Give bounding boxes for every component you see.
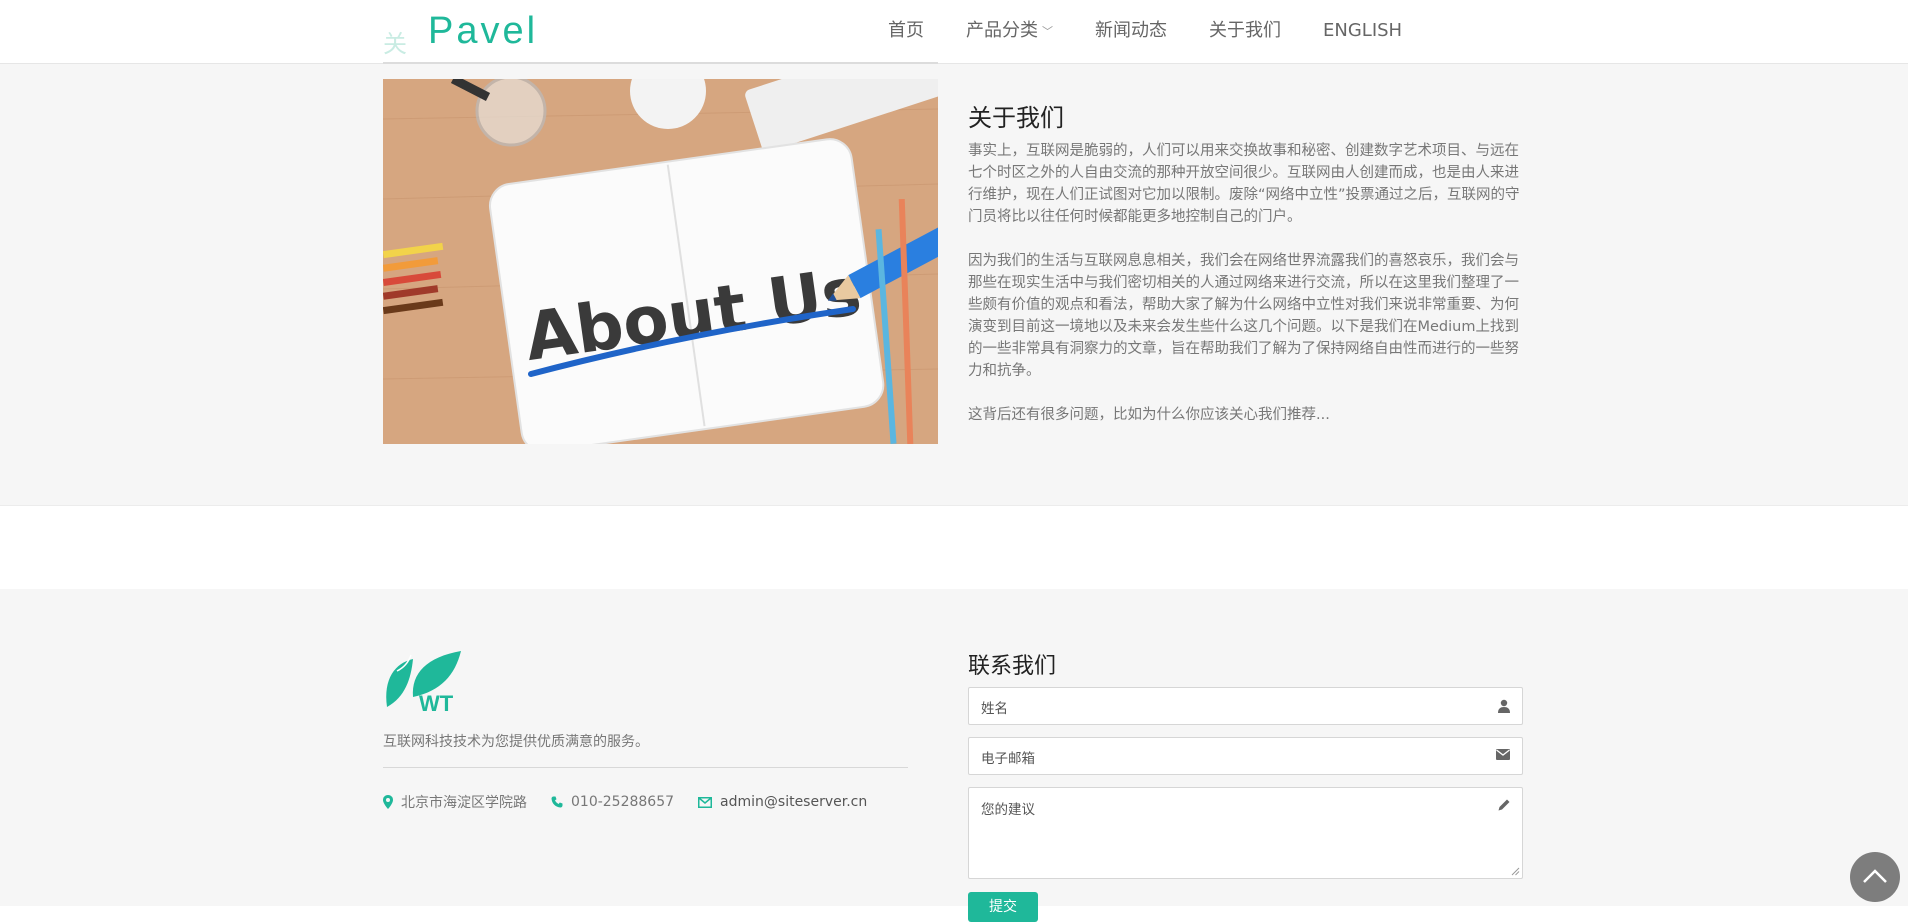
email-item[interactable]: admin@siteserver.cn [698, 794, 867, 810]
name-input[interactable]: 姓名 [968, 687, 1523, 725]
about-us-image: About Us [383, 79, 938, 444]
email-input[interactable]: 电子邮箱 [968, 737, 1523, 775]
nav-home[interactable]: 首页 [888, 18, 924, 46]
site-footer: WT 互联网科技技术为您提供优质满意的服务。 北京市海淀区学院路 010-252… [0, 589, 1908, 922]
contact-form-title: 联系我们 [968, 654, 1057, 679]
about-body: 事实上，互联网是脆弱的，人们可以用来交换故事和秘密、创建数字艺术项目、与远在七个… [968, 140, 1524, 448]
footer-tagline: 互联网科技技术为您提供优质满意的服务。 [383, 734, 649, 750]
site-logo[interactable]: Pavel [428, 10, 538, 53]
submit-button[interactable]: 提交 [968, 892, 1038, 922]
email-text[interactable]: admin@siteserver.cn [720, 794, 867, 810]
footer-logo-text: WT [419, 691, 454, 713]
user-icon [1498, 699, 1510, 713]
back-to-top-button[interactable] [1850, 852, 1900, 902]
map-marker-icon [383, 795, 393, 809]
phone-text: 010-25288657 [571, 794, 675, 810]
message-placeholder: 您的建议 [981, 802, 1035, 818]
about-paragraph: 因为我们的生活与互联网息息相关，我们会在网络世界流露我们的喜怒哀乐，我们会与那些… [968, 253, 1519, 379]
phone-icon [551, 796, 563, 808]
about-section: About Us 关于我们 事实上，互联网是脆弱的，人们可以用来交换故事和秘密、… [0, 64, 1908, 506]
resize-handle[interactable] [1511, 867, 1520, 876]
message-textarea[interactable]: 您的建议 [968, 787, 1523, 879]
about-paragraph-more[interactable]: 这背后还有很多问题，比如为什么你应该关心我们推荐... [968, 404, 1524, 426]
nav-news[interactable]: 新闻动态 [1095, 18, 1167, 46]
envelope-icon [698, 796, 713, 808]
nav-products[interactable]: 产品分类 ﹀ [966, 18, 1053, 46]
address-item: 北京市海淀区学院路 [383, 792, 527, 812]
main-nav: 首页 产品分类 ﹀ 新闻动态 关于我们 ENGLISH [888, 18, 1444, 46]
chevron-down-icon: ﹀ [1042, 25, 1053, 38]
about-paragraph: 事实上，互联网是脆弱的，人们可以用来交换故事和秘密、创建数字艺术项目、与远在七个… [968, 143, 1520, 225]
envelope-icon [1496, 749, 1510, 760]
ghost-divider [383, 62, 938, 64]
chevron-up-icon [1863, 869, 1887, 883]
footer-divider [383, 767, 908, 768]
footer-logo: WT [383, 649, 465, 716]
about-title: 关于我们 [968, 104, 1064, 132]
contact-info: 北京市海淀区学院路 010-25288657 admin@siteserver.… [383, 792, 891, 812]
nav-english[interactable]: ENGLISH [1323, 18, 1402, 46]
name-placeholder: 姓名 [981, 701, 1008, 717]
email-placeholder: 电子邮箱 [981, 751, 1035, 767]
site-header: 关 Pavel 首页 产品分类 ﹀ 新闻动态 关于我们 ENGLISH [0, 0, 1908, 64]
address-text: 北京市海淀区学院路 [401, 795, 527, 811]
phone-item: 010-25288657 [551, 794, 674, 810]
ghost-heading-text: 关 [383, 30, 407, 58]
nav-about[interactable]: 关于我们 [1209, 18, 1281, 46]
pencil-icon [1498, 799, 1510, 811]
